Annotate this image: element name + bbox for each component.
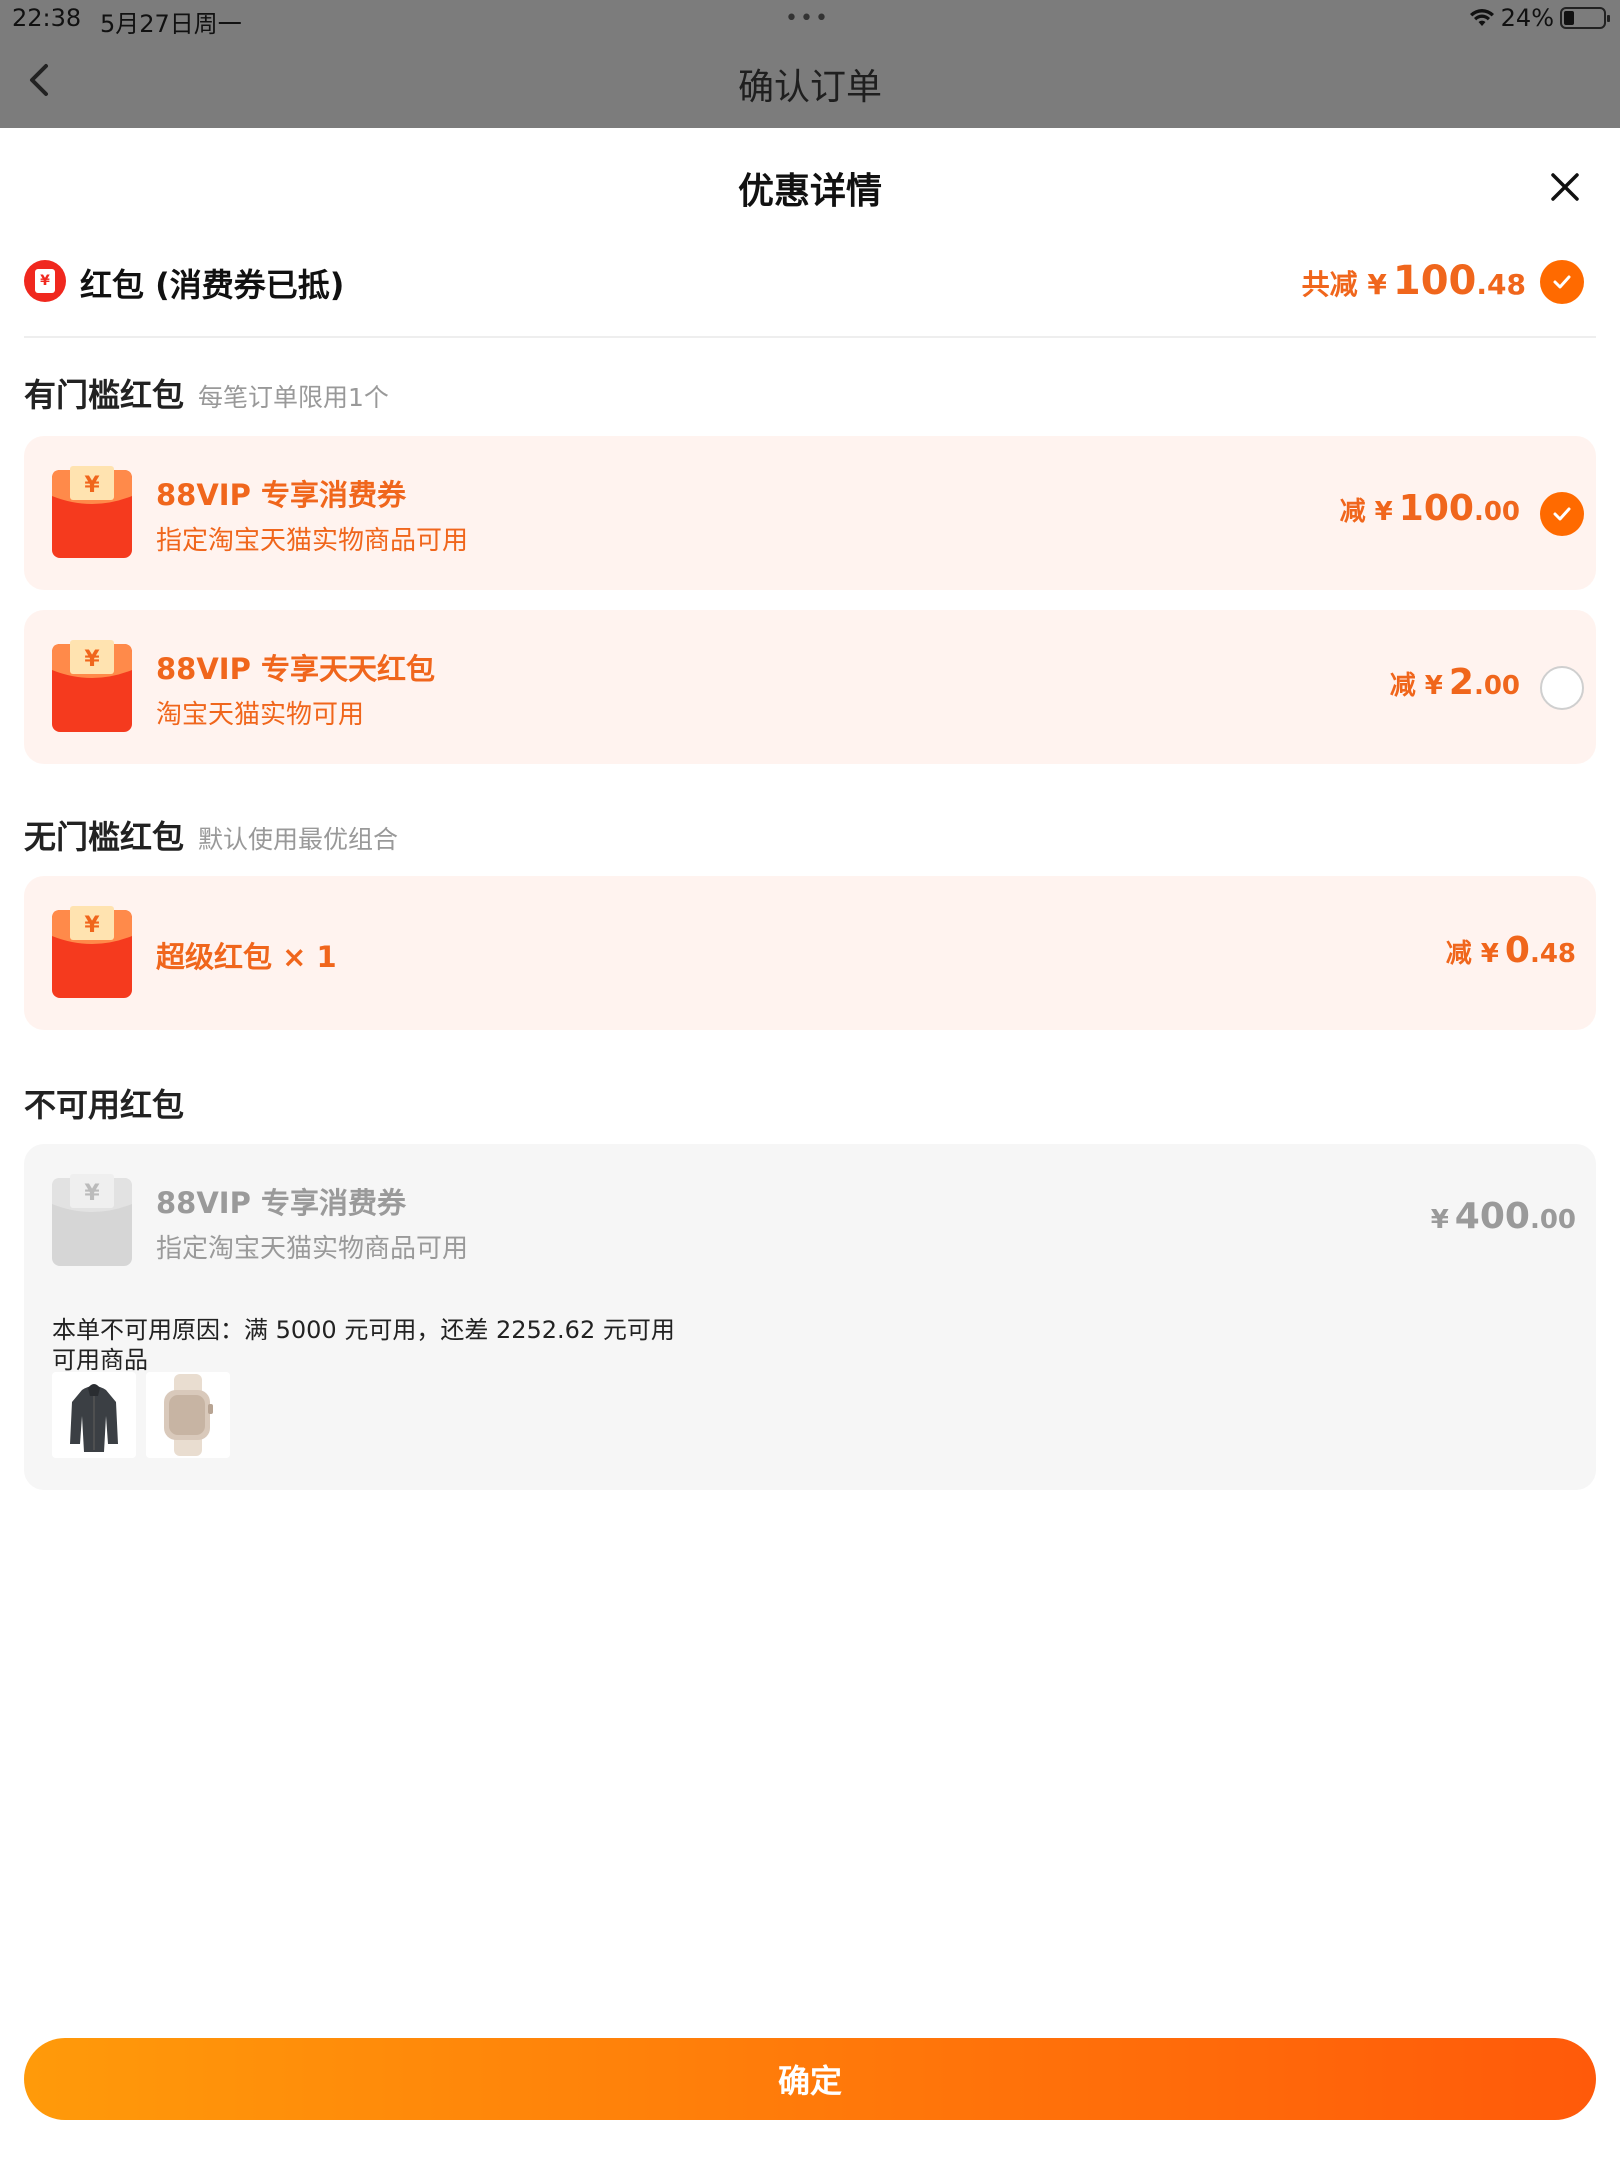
confirm-button[interactable]: 确定 <box>24 2038 1596 2120</box>
coupon-desc: 指定淘宝天猫实物商品可用 <box>156 1234 469 1264</box>
coupon-title: 超级红包 × 1 <box>156 940 337 974</box>
status-bar: 22:38 5月27日周一 ••• 24% <box>0 0 1620 40</box>
summary-check-icon[interactable] <box>1540 260 1584 304</box>
amount-int: 2 <box>1448 662 1474 703</box>
coupon-radio-unchecked[interactable] <box>1540 666 1584 710</box>
status-time: 22:38 <box>12 4 82 32</box>
section-title: 不可用红包 <box>24 1086 185 1124</box>
section-subtitle: 默认使用最优组合 <box>198 825 399 854</box>
sheet-title: 优惠详情 <box>737 171 882 212</box>
watch-product-image[interactable] <box>146 1372 230 1458</box>
section-title: 有门槛红包 <box>24 376 185 414</box>
amount-prefix: 减 ¥ <box>1389 671 1443 701</box>
coupon-title: 88VIP 专享消费券 <box>156 1186 406 1220</box>
section-title: 无门槛红包 <box>24 818 185 856</box>
coupon-card-unavailable: ¥ 88VIP 专享消费券 指定淘宝天猫实物商品可用 ¥ 400 .00 本单不… <box>24 1144 1596 1490</box>
amount-prefix: 减 ¥ <box>1339 497 1393 527</box>
amount-dec: .00 <box>1473 671 1520 701</box>
coupon-title: 88VIP 专享天天红包 <box>156 652 435 686</box>
red-packet-summary[interactable]: ¥ 红包 (消费券已抵) 共减 ¥ 100 .48 <box>24 258 1596 338</box>
grey-envelope-icon: ¥ <box>52 1174 132 1266</box>
svg-text:¥: ¥ <box>84 913 100 938</box>
dimmed-header: 22:38 5月27日周一 ••• 24% 确认订单 <box>0 0 1620 128</box>
amount-dec: .48 <box>1529 939 1576 969</box>
summary-total: 共减 ¥ 100 .48 <box>1302 258 1526 304</box>
coupon-amount: 减 ¥ 0 .48 <box>1446 930 1576 971</box>
svg-text:¥: ¥ <box>84 647 100 672</box>
coupon-title: 88VIP 专享消费券 <box>156 478 406 512</box>
jacket-product-image[interactable] <box>52 1372 136 1458</box>
amount-dec: .00 <box>1473 497 1520 527</box>
amount-dec: .00 <box>1529 1205 1576 1235</box>
summary-amount-dec: .48 <box>1476 268 1526 301</box>
amount-int: 0 <box>1504 930 1530 971</box>
red-envelope-icon: ¥ <box>52 906 132 998</box>
coupon-card-super-red-packet[interactable]: ¥ 超级红包 × 1 减 ¥ 0 .48 <box>24 876 1596 1030</box>
amount-int: 400 <box>1454 1196 1530 1237</box>
section-subtitle: 每笔订单限用1个 <box>198 383 389 412</box>
wifi-icon <box>1469 8 1495 28</box>
coupon-desc: 淘宝天猫实物可用 <box>156 700 365 730</box>
page-title: 确认订单 <box>737 67 882 108</box>
product-thumbnails <box>52 1372 230 1458</box>
close-icon[interactable] <box>1548 170 1582 204</box>
discount-detail-sheet: 优惠详情 ¥ 红包 (消费券已抵) 共减 ¥ 100 .48 有门槛红包 每笔订… <box>0 128 1620 2160</box>
red-packet-icon: ¥ <box>24 260 66 302</box>
coupon-card-88vip-consumption[interactable]: ¥ 88VIP 专享消费券 指定淘宝天猫实物商品可用 减 ¥ 100 .00 <box>24 436 1596 590</box>
svg-text:¥: ¥ <box>84 1181 100 1206</box>
unavailable-section-header: 不可用红包 <box>24 1080 184 1126</box>
battery-icon <box>1560 7 1610 29</box>
battery-percent: 24% <box>1500 4 1554 32</box>
amount-prefix: 减 ¥ <box>1445 939 1499 969</box>
coupon-amount: 减 ¥ 100 .00 <box>1340 488 1520 529</box>
red-envelope-icon: ¥ <box>52 466 132 558</box>
status-right: 24% <box>1469 4 1610 32</box>
summary-label: 红包 (消费券已抵) <box>80 266 345 304</box>
summary-amount-int: 100 <box>1392 258 1477 304</box>
svg-text:¥: ¥ <box>84 473 100 498</box>
coupon-check-icon[interactable] <box>1540 492 1584 536</box>
amount-prefix: ¥ <box>1430 1205 1449 1235</box>
coupon-desc: 指定淘宝天猫实物商品可用 <box>156 526 469 556</box>
no-threshold-section-header: 无门槛红包 默认使用最优组合 <box>24 812 398 858</box>
summary-prefix: 共减 ¥ <box>1301 268 1387 301</box>
amount-int: 100 <box>1398 488 1474 529</box>
coupon-card-88vip-daily[interactable]: ¥ 88VIP 专享天天红包 淘宝天猫实物可用 减 ¥ 2 .00 <box>24 610 1596 764</box>
red-envelope-icon: ¥ <box>52 640 132 732</box>
available-products-label: 可用商品 <box>52 1346 148 1374</box>
coupon-amount: ¥ 400 .00 <box>1431 1196 1576 1237</box>
coupon-amount: 减 ¥ 2 .00 <box>1390 662 1520 703</box>
multitask-dots[interactable]: ••• <box>785 6 830 31</box>
threshold-section-header: 有门槛红包 每笔订单限用1个 <box>24 370 389 416</box>
status-date: 5月27日周一 <box>100 10 242 38</box>
